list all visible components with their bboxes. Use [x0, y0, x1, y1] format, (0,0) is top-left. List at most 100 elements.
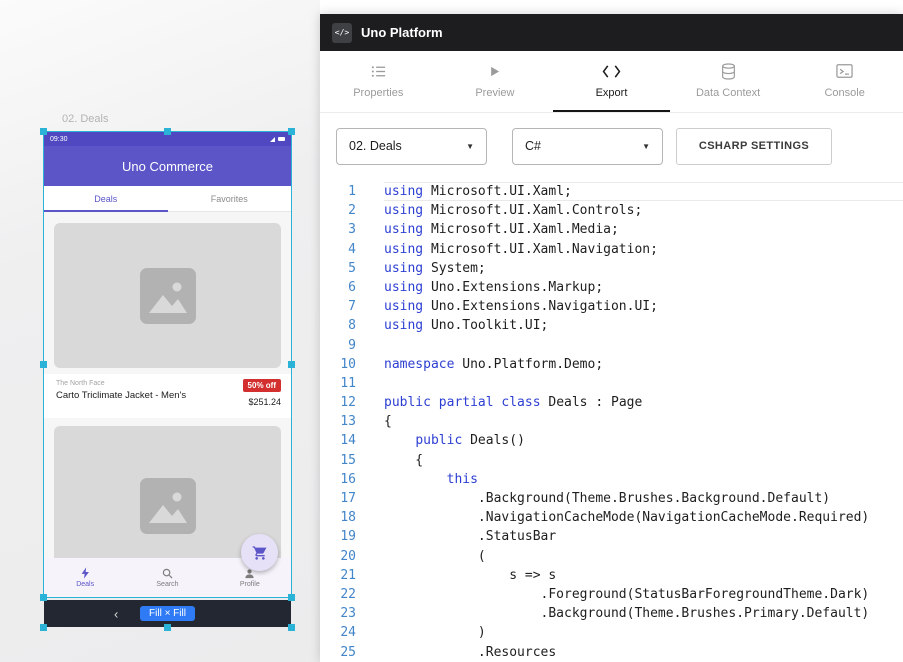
code-line[interactable]: using System; — [384, 259, 903, 278]
tool-panel: </> Uno Platform Properties Preview — [320, 14, 903, 662]
image-placeholder-icon — [139, 267, 197, 325]
cart-icon — [252, 545, 268, 561]
phone-tab-deals[interactable]: Deals — [44, 186, 168, 211]
line-number: 10 — [320, 355, 356, 374]
code-line[interactable]: .StatusBar — [384, 527, 903, 546]
page-select[interactable]: 02. Deals ▼ — [336, 128, 487, 165]
line-number: 18 — [320, 508, 356, 527]
product-info[interactable]: The North Face Carto Triclimate Jacket -… — [44, 374, 291, 418]
signal-icon — [270, 137, 275, 142]
code-line[interactable]: namespace Uno.Platform.Demo; — [384, 355, 903, 374]
tab-preview[interactable]: Preview — [437, 51, 554, 112]
selection-handle[interactable] — [40, 361, 47, 368]
line-number: 13 — [320, 412, 356, 431]
tab-label: Console — [824, 87, 864, 99]
code-line[interactable]: public Deals() — [384, 431, 903, 450]
line-number: 11 — [320, 374, 356, 393]
nav-item-deals[interactable]: Deals — [44, 558, 126, 597]
code-line[interactable]: .Foreground(StatusBarForegroundTheme.Dar… — [384, 585, 903, 604]
line-number: 23 — [320, 604, 356, 623]
code-line[interactable]: { — [384, 451, 903, 470]
page-select-value: 02. Deals — [349, 139, 402, 153]
code-line[interactable]: using Microsoft.UI.Xaml.Controls; — [384, 201, 903, 220]
size-badge[interactable]: Fill × Fill — [140, 606, 195, 621]
lightning-icon — [80, 567, 91, 579]
language-select-value: C# — [525, 139, 541, 153]
status-icons — [270, 137, 285, 142]
status-time: 09:30 — [50, 136, 68, 143]
phone-preview[interactable]: 09:30 Uno Commerce Deals Favorites — [44, 132, 291, 597]
nav-label: Search — [156, 581, 178, 588]
code-line[interactable]: public partial class Deals : Page — [384, 393, 903, 412]
phone-tab-label: Deals — [94, 194, 117, 204]
selection-handle[interactable] — [288, 361, 295, 368]
selection-handle[interactable] — [164, 128, 171, 135]
line-number: 2 — [320, 201, 356, 220]
selection-handle[interactable] — [40, 624, 47, 631]
code-line[interactable]: this — [384, 470, 903, 489]
code-line[interactable]: .Background(Theme.Brushes.Primary.Defaul… — [384, 604, 903, 623]
nav-item-search[interactable]: Search — [126, 558, 208, 597]
cart-fab[interactable] — [241, 534, 278, 571]
line-number: 7 — [320, 297, 356, 316]
code-line[interactable]: ( — [384, 547, 903, 566]
code-icon: </> — [332, 23, 352, 43]
code-line[interactable]: .Background(Theme.Brushes.Background.Def… — [384, 489, 903, 508]
code-line[interactable]: { — [384, 412, 903, 431]
line-number: 1 — [320, 182, 356, 201]
phone-selection-group[interactable]: 09:30 Uno Commerce Deals Favorites — [44, 132, 291, 627]
code-line[interactable]: s => s — [384, 566, 903, 585]
tab-label: Export — [596, 87, 628, 99]
tab-export[interactable]: Export — [553, 51, 670, 112]
panel-tab-bar: Properties Preview Export — [320, 51, 903, 113]
line-number: 6 — [320, 278, 356, 297]
artboard-label[interactable]: 02. Deals — [62, 113, 108, 125]
selection-handle[interactable] — [40, 594, 47, 601]
search-icon — [162, 568, 173, 579]
line-number: 21 — [320, 566, 356, 585]
code-line[interactable]: ) — [384, 623, 903, 642]
selection-toolbar: ‹ Fill × Fill — [44, 600, 291, 627]
language-select[interactable]: C# ▼ — [512, 128, 663, 165]
code-brackets-icon — [602, 62, 621, 80]
back-chevron[interactable]: ‹ — [114, 606, 118, 621]
code-line[interactable] — [384, 336, 903, 355]
line-number: 12 — [320, 393, 356, 412]
tab-properties[interactable]: Properties — [320, 51, 437, 112]
code-editor[interactable]: 1234567891011121314151617181920212223242… — [320, 179, 903, 662]
code-line[interactable]: using Uno.Extensions.Markup; — [384, 278, 903, 297]
code-line[interactable]: .NavigationCacheMode(NavigationCacheMode… — [384, 508, 903, 527]
tab-console[interactable]: Console — [786, 51, 903, 112]
line-number: 24 — [320, 623, 356, 642]
tab-label: Preview — [475, 87, 514, 99]
phone-tab-favorites[interactable]: Favorites — [168, 186, 292, 211]
selection-handle[interactable] — [288, 128, 295, 135]
tab-data-context[interactable]: Data Context — [670, 51, 787, 112]
code-line[interactable]: using Microsoft.UI.Xaml.Media; — [384, 220, 903, 239]
line-number: 19 — [320, 527, 356, 546]
discount-badge: 50% off — [243, 379, 281, 392]
csharp-settings-button[interactable]: CSHARP SETTINGS — [676, 128, 832, 165]
product-image-placeholder[interactable] — [54, 223, 281, 368]
selection-handle[interactable] — [288, 624, 295, 631]
code-line[interactable]: using Uno.Extensions.Navigation.UI; — [384, 297, 903, 316]
phone-tab-bar: Deals Favorites — [44, 186, 291, 212]
chevron-down-icon: ▼ — [642, 142, 650, 151]
code-line[interactable] — [384, 374, 903, 393]
code-line[interactable]: .Resources — [384, 643, 903, 662]
code-line[interactable]: using Microsoft.UI.Xaml.Navigation; — [384, 240, 903, 259]
code-line[interactable]: using Uno.Toolkit.UI; — [384, 316, 903, 335]
selection-handle[interactable] — [40, 128, 47, 135]
selection-handle[interactable] — [164, 624, 171, 631]
code-gutter: 1234567891011121314151617181920212223242… — [320, 182, 356, 662]
panel-title: Uno Platform — [361, 25, 443, 40]
image-placeholder-icon — [139, 477, 197, 535]
line-number: 20 — [320, 547, 356, 566]
line-number: 8 — [320, 316, 356, 335]
terminal-icon — [836, 62, 853, 80]
code-line[interactable]: using Microsoft.UI.Xaml; — [384, 182, 903, 201]
selection-handle[interactable] — [288, 594, 295, 601]
phone-tab-label: Favorites — [211, 194, 248, 204]
line-number: 4 — [320, 240, 356, 259]
code-lines[interactable]: using Microsoft.UI.Xaml;using Microsoft.… — [356, 182, 903, 662]
